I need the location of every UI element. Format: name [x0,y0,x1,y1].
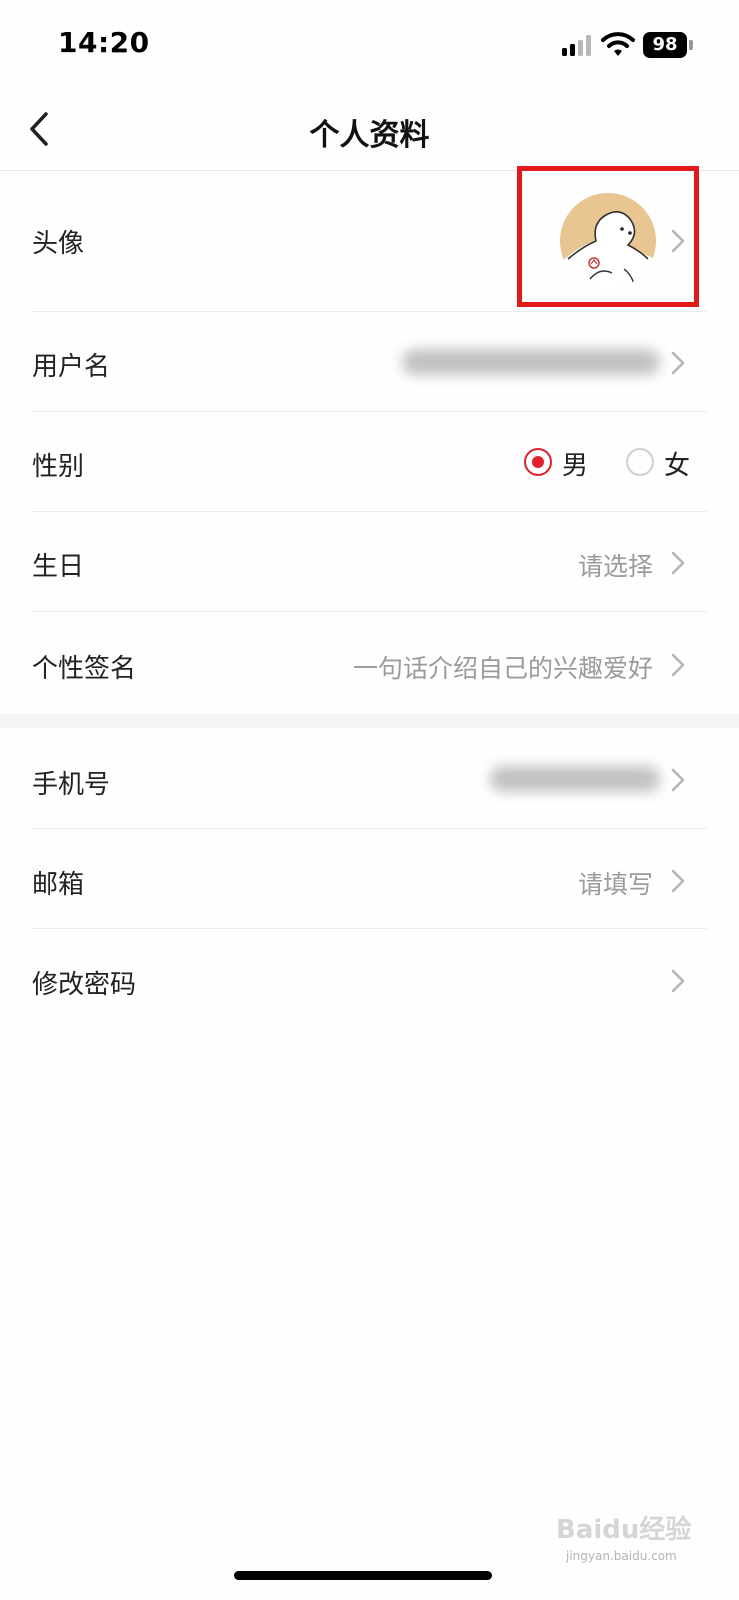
username-label: 用户名 [32,352,111,382]
watermark-text: Baidu经验 [556,1514,691,1545]
email-label: 邮箱 [32,870,85,900]
chevron-right-icon [671,351,685,375]
birthday-placeholder: 请选择 [577,552,653,581]
signature-row[interactable]: 个性签名 一句话介绍自己的兴趣爱好 [0,612,739,714]
page-title: 个人资料 [309,118,430,153]
email-placeholder: 请填写 [577,870,653,899]
cellular-signal-icon [562,34,592,56]
battery-indicator: 98 [643,32,687,58]
chevron-right-icon [671,869,685,893]
birthday-row[interactable]: 生日 请选择 [0,512,739,612]
avatar-label: 头像 [32,229,85,259]
birthday-label: 生日 [32,552,85,582]
username-value-blurred [402,349,660,375]
gender-male-label[interactable]: 男 [562,445,588,482]
watermark-url: jingyan.baidu.com [566,1549,677,1563]
battery-tip [689,40,693,50]
chevron-right-icon [671,551,685,575]
username-row[interactable]: 用户名 [0,312,739,412]
chevron-right-icon [671,653,685,677]
phone-label: 手机号 [32,770,111,800]
baidu-watermark-logo: Baidu经验 [556,1514,691,1545]
phone-row[interactable]: 手机号 [0,728,739,829]
chevron-right-icon [671,969,685,993]
signature-label: 个性签名 [32,654,137,684]
status-bar: 14:20 98 [0,0,739,92]
email-row[interactable]: 邮箱 请填写 [0,829,739,929]
gender-female-label[interactable]: 女 [664,445,690,482]
nav-bar: 个人资料 [0,92,739,171]
home-indicator [234,1571,492,1580]
gender-row: 性别 男 女 [0,412,739,512]
gender-label: 性别 [32,452,85,482]
chevron-right-icon [671,768,685,792]
change-password-row[interactable]: 修改密码 [0,929,739,1029]
change-password-label: 修改密码 [32,970,137,1000]
gender-male-radio[interactable] [524,448,552,476]
gender-female-radio[interactable] [626,448,654,476]
section-separator [0,714,739,728]
phone-value-blurred [490,766,660,792]
status-time: 14:20 [58,26,150,59]
wifi-icon [601,32,635,56]
signature-placeholder: 一句话介绍自己的兴趣爱好 [352,654,653,683]
avatar-image[interactable] [560,193,656,289]
